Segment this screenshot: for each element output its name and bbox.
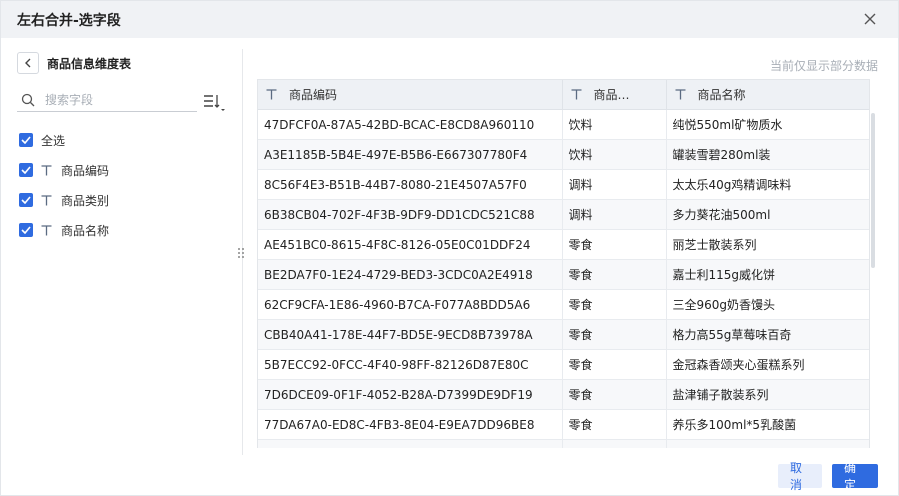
table-cell: [258, 439, 563, 448]
table-cell: 三全960g奶香馒头: [666, 289, 869, 320]
check-icon: [21, 196, 31, 204]
table-row: 77DA67A0-ED8C-4FB3-8E04-E9EA7DD96BE8 零食 养乐…: [258, 409, 869, 440]
table-cell: 7D6DCE09-0F1F-4052-B28A-D7399DE9DF19: [258, 379, 563, 410]
text-type-icon: [675, 89, 685, 100]
table-cell: 77DA67A0-ED8C-4FB3-8E04-E9EA7DD96BE8: [258, 409, 563, 440]
table-cell: CBB40A41-178E-44F7-BD5E-9ECD8B73978A: [258, 319, 563, 350]
column-header-label: 商品名称: [697, 88, 746, 102]
table-cell: 调料: [562, 199, 667, 230]
table-cell: 零食: [562, 229, 667, 260]
table-cell: 零食: [562, 289, 667, 320]
column-header[interactable]: 商品编码: [258, 80, 563, 110]
table-cell: BE2DA7F0-1E24-4729-BED3-3CDC0A2E4918: [258, 259, 563, 290]
close-icon[interactable]: [860, 9, 880, 29]
table-cell: 格力高55g草莓味百奇: [666, 319, 869, 350]
table-cell: 47DFCF0A-87A5-42BD-BCAC-E8CD8A960110: [258, 109, 563, 140]
cancel-button[interactable]: 取消: [778, 461, 822, 492]
field-checkbox[interactable]: [19, 193, 33, 207]
field-label: 商品编码: [61, 163, 110, 178]
select-all-row[interactable]: 全选: [19, 125, 109, 155]
dialog-title: 左右合并-选字段: [17, 12, 121, 29]
table-header: 商品信息维度表: [17, 52, 131, 74]
resize-handle-icon[interactable]: [237, 247, 245, 259]
column-header[interactable]: 商品…: [562, 80, 667, 110]
text-type-icon: [41, 164, 53, 176]
text-type-icon: [571, 89, 581, 100]
table-cell: 零食: [562, 409, 667, 440]
column-header-label: 商品编码: [289, 88, 338, 102]
dialog-footer: 取消 确定: [778, 461, 878, 492]
search-input[interactable]: [43, 92, 197, 108]
select-fields-dialog: 左右合并-选字段 商品信息维度表 搜索字段 全选 商品编码 商品类别 商品名称 …: [0, 0, 899, 496]
table-cell: 62CF9CFA-1E86-4960-B7CA-F077A8BDD5A6: [258, 289, 563, 320]
table-cell: 饮料: [562, 139, 667, 170]
table-name: 商品信息维度表: [47, 56, 132, 71]
table-cell: 零食: [562, 379, 667, 410]
dialog-titlebar: 左右合并-选字段: [1, 1, 898, 38]
table-row: BE2DA7F0-1E24-4729-BED3-3CDC0A2E4918 零食 嘉士…: [258, 259, 869, 290]
confirm-button[interactable]: 确定: [832, 461, 878, 492]
table-row: 47DFCF0A-87A5-42BD-BCAC-E8CD8A960110 饮料 纯悦…: [258, 109, 869, 140]
table-cell: 零食: [562, 349, 667, 380]
check-icon: [21, 226, 31, 234]
text-type-icon: [41, 224, 53, 236]
table-row: 62CF9CFA-1E86-4960-B7CA-F077A8BDD5A6 零食 三全…: [258, 289, 869, 320]
table-row: CBB40A41-178E-44F7-BD5E-9ECD8B73978A 零食 格力…: [258, 319, 869, 350]
select-all-label: 全选: [41, 133, 66, 148]
table-cell: A3E1185B-5B4E-497E-B5B6-E667307780F4: [258, 139, 563, 170]
table-cell: 6B38CB04-702F-4F3B-9DF9-DD1CDC521C88: [258, 199, 563, 230]
field-item[interactable]: 商品名称: [19, 215, 109, 245]
table-cell: 金冠森香颂夹心蛋糕系列: [666, 349, 869, 380]
table-cell: 多力葵花油500ml: [666, 199, 869, 230]
table-cell: 零食: [562, 259, 667, 290]
table-row: 7D6DCE09-0F1F-4052-B28A-D7399DE9DF19 零食 盐津…: [258, 379, 869, 410]
table-header-row: 商品编码 商品… 商品名称: [258, 80, 869, 110]
table-cell: 5B7ECC92-0FCC-4F40-98FF-82126D87E80C: [258, 349, 563, 380]
field-panel: 商品信息维度表 全选: [1, 49, 243, 455]
text-type-icon: [41, 194, 53, 206]
preview-hint: 当前仅显示部分数据: [769, 59, 878, 73]
table-cell: 饮料: [562, 109, 667, 140]
table-row: 6B38CB04-702F-4F3B-9DF9-DD1CDC521C88 调料 多力…: [258, 199, 869, 230]
table-cell: 罐装雪碧280ml装: [666, 139, 869, 170]
table-row: [258, 439, 869, 448]
chevron-left-icon: [25, 58, 31, 68]
table-row: 8C56F4E3-B51B-44B7-8080-21E4507A57F0 调料 太太…: [258, 169, 869, 200]
field-checkbox[interactable]: [19, 163, 33, 177]
field-search: [17, 89, 197, 112]
sort-icon: [204, 95, 225, 111]
table-cell: 养乐多100ml*5乳酸菌: [666, 409, 869, 440]
field-list: 全选 商品编码 商品类别 商品名称: [19, 125, 109, 245]
table-cell: [562, 439, 667, 448]
column-header[interactable]: 商品名称: [666, 80, 869, 110]
search-icon: [21, 93, 35, 107]
table-cell: 丽芝士散装系列: [666, 229, 869, 260]
table-cell: 嘉士利115g威化饼: [666, 259, 869, 290]
data-preview-table: 商品编码 商品… 商品名称 47DFCF0A-87A5-42BD-BCAC-E8…: [257, 79, 870, 448]
field-checkbox[interactable]: [19, 223, 33, 237]
table-row: 5B7ECC92-0FCC-4F40-98FF-82126D87E80C 零食 金冠…: [258, 349, 869, 380]
table-row: A3E1185B-5B4E-497E-B5B6-E667307780F4 饮料 罐装…: [258, 139, 869, 170]
back-button[interactable]: [17, 52, 39, 74]
table-cell: 太太乐40g鸡精调味料: [666, 169, 869, 200]
check-icon: [21, 166, 31, 174]
field-label: 商品类别: [61, 193, 110, 208]
table-cell: 调料: [562, 169, 667, 200]
field-label: 商品名称: [61, 223, 110, 238]
field-item[interactable]: 商品编码: [19, 155, 109, 185]
select-all-checkbox[interactable]: [19, 133, 33, 147]
column-header-label: 商品…: [593, 88, 630, 102]
table-cell: 纯悦550ml矿物质水: [666, 109, 869, 140]
field-item[interactable]: 商品类别: [19, 185, 109, 215]
table-row: AE451BC0-8615-4F8C-8126-05E0C01DDF24 零食 丽芝…: [258, 229, 869, 260]
table-cell: [666, 439, 869, 448]
table-cell: 8C56F4E3-B51B-44B7-8080-21E4507A57F0: [258, 169, 563, 200]
text-type-icon: [266, 89, 277, 100]
sort-button[interactable]: [202, 91, 228, 113]
table-cell: 零食: [562, 319, 667, 350]
table-scrollbar[interactable]: [871, 113, 875, 268]
table-cell: AE451BC0-8615-4F8C-8126-05E0C01DDF24: [258, 229, 563, 260]
table-cell: 盐津铺子散装系列: [666, 379, 869, 410]
check-icon: [21, 136, 31, 144]
